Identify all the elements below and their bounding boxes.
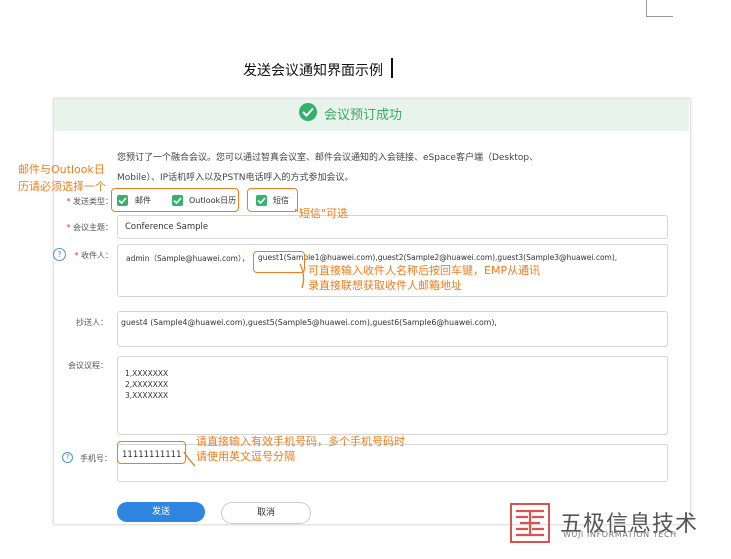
subject-value: Conference Sample — [125, 222, 209, 232]
annotation-recipients-line1: 可直接输入收件人名称后按回车键，EMP从通讯 — [308, 264, 541, 277]
agenda-line-1: 1,XXXXXXX — [125, 369, 169, 378]
agenda-line-2: 2,XXXXXXX — [125, 380, 169, 389]
send-button[interactable]: 发送 — [117, 502, 205, 522]
intro-line-2: Mobile）、IP话机呼入以及PSTN电话呼入的方式参加会议。 — [117, 173, 354, 183]
subject-input[interactable]: Conference Sample — [117, 215, 668, 239]
annotation-mail-outlook-line1: 邮件与Outlook日 — [18, 163, 105, 176]
intro-text: 您预订了一个融合会议。您可以通过智真会议室、邮件会议通知的入会链接、eSpace… — [117, 148, 627, 188]
phone-highlight-box — [117, 441, 186, 464]
annotation-phone-line2: 请使用英文逗号分隔 — [196, 450, 295, 463]
annotation-mail-outlook-line2: 历请必须选择一个 — [18, 180, 106, 193]
recipients-prefix: admin（Sample@huawei.com）， — [126, 254, 250, 263]
success-banner-text: 会议预订成功 — [324, 108, 403, 123]
send-type-label: * 发送类型： — [66, 197, 113, 206]
page-corner-mark — [646, 0, 673, 17]
text-cursor — [391, 58, 393, 78]
logo-english-name: WUJI INFORMATION TECH — [563, 530, 677, 539]
cc-input[interactable]: guest4 (Sample4@huawei.com),guest5(Sampl… — [117, 311, 668, 347]
intro-line-1: 您预订了一个融合会议。您可以通过智真会议室、邮件会议通知的入会链接、eSpace… — [117, 153, 539, 163]
cc-value: guest4 (Sample4@huawei.com),guest5(Sampl… — [121, 318, 497, 327]
agenda-label: 会议议程： — [68, 361, 108, 370]
phone-label: 手机号： — [80, 454, 112, 463]
annotation-sms-optional: "短信"可选 — [294, 207, 349, 220]
annotation-recipients-line2: 录直接联想获取收件人邮箱地址 — [308, 279, 462, 292]
cancel-button[interactable]: 取消 — [221, 502, 311, 524]
subject-label: * 会议主题： — [66, 223, 113, 232]
sms-highlight-box — [247, 188, 298, 212]
agenda-textarea[interactable]: 1,XXXXXXX 2,XXXXXXX 3,XXXXXXX — [117, 356, 668, 435]
cc-label: 抄送人： — [76, 318, 108, 327]
mail-outlook-highlight-box — [111, 188, 239, 212]
agenda-line-3: 3,XXXXXXX — [125, 391, 169, 400]
recipients-value: guest1(Sample1@huawei.com),guest2(Sample… — [258, 253, 618, 262]
annotation-phone-line1: 请直接输入有效手机号码，多个手机号码时 — [196, 435, 405, 448]
success-check-icon — [299, 103, 317, 121]
company-logo-icon — [510, 503, 550, 543]
phone-annotation-connector — [183, 451, 196, 467]
document-title: 发送会议通知界面示例 — [243, 63, 383, 79]
recipients-label: * 收件人： — [74, 251, 113, 260]
